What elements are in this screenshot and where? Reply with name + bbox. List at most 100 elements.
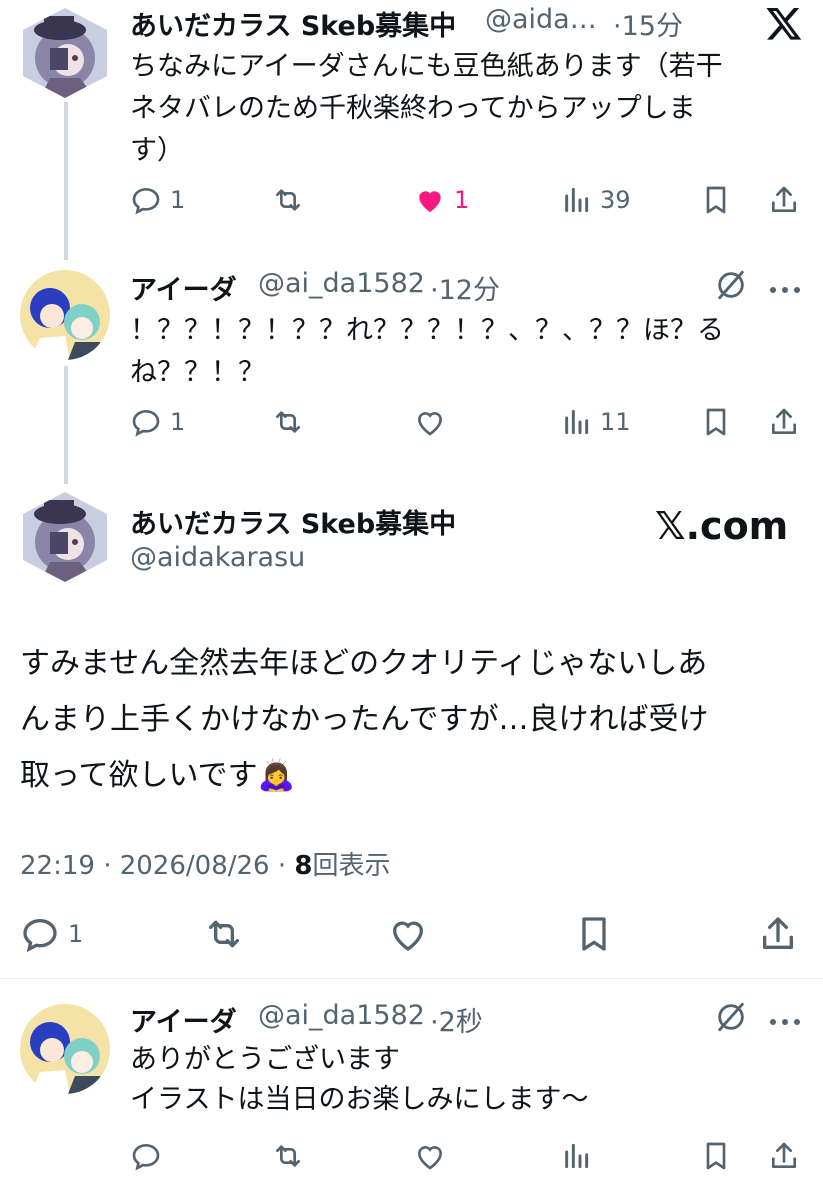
main-views-label: 回表示 [312, 851, 391, 881]
more-icon[interactable] [768, 1012, 802, 1031]
reply-icon [132, 187, 160, 215]
avatar[interactable] [20, 492, 110, 582]
tweet-author-name[interactable]: あいだカラス Skeb募集中 [130, 4, 456, 43]
thread-connector [64, 366, 68, 484]
views-icon [565, 409, 589, 435]
share-icon [763, 917, 793, 949]
reply-icon [132, 1143, 160, 1171]
main-tweet-timestamp[interactable]: 22:19 · 2026/08/26 · [20, 851, 294, 881]
like-button[interactable] [414, 402, 446, 442]
bookmark-icon [706, 186, 726, 214]
main-author-handle[interactable]: @aidakarasu [130, 542, 305, 573]
views-button[interactable] [560, 1136, 592, 1176]
bookmark-button[interactable] [700, 402, 732, 442]
tweet-text-line: ネタバレのため千秋楽終わってからアップしま [130, 93, 696, 124]
share-icon [772, 408, 796, 434]
bowing-emoji: 🙇‍♀️ [257, 758, 295, 793]
main-tweet-text-line-last: 取って欲しいです🙇‍♀️ [20, 748, 810, 804]
main-tweet-meta: 22:19 · 2026/08/26 · 8回表示 [20, 845, 390, 882]
x-logo-icon [765, 4, 803, 46]
tweet-author-handle[interactable]: @aida… [485, 4, 597, 35]
reply-time[interactable]: ·2秒 [430, 1000, 483, 1039]
share-button[interactable] [768, 180, 800, 220]
reply-count: 1 [68, 920, 84, 948]
like-button[interactable] [414, 1136, 446, 1176]
bookmark-button[interactable] [700, 180, 732, 220]
bookmark-button[interactable] [574, 914, 614, 954]
retweet-icon [276, 1145, 300, 1167]
retweet-button[interactable] [272, 1136, 304, 1176]
bookmark-button[interactable] [700, 1136, 732, 1176]
tweet-time[interactable]: ·12分 [430, 268, 500, 307]
tweet-text-line: ！？？！？！？？れ？？？！？、？、？？ほ？る [130, 315, 724, 346]
tweet-time[interactable]: ·15分 [613, 4, 683, 43]
like-button[interactable]: 1 [414, 180, 469, 220]
avatar[interactable] [20, 8, 110, 98]
like-icon [392, 921, 424, 951]
avatar[interactable] [20, 1004, 110, 1094]
tweet-text-line: ね？？！？ [130, 357, 265, 388]
main-tweet-actions: 1 [20, 914, 810, 954]
reply-text-line: イラストは当日のお楽しみにします〜 [130, 1084, 589, 1115]
retweet-button[interactable] [204, 914, 244, 954]
reply-button[interactable] [130, 1136, 162, 1176]
like-count: 1 [454, 186, 470, 214]
reply-count: 1 [170, 408, 186, 436]
main-tweet-text: すみません全然去年ほどのクオリティじゃないしあ んまり上手くかけなかったんですが… [20, 636, 810, 804]
like-button[interactable] [388, 914, 428, 954]
like-icon [417, 412, 443, 436]
tweet-text-line: す） [130, 135, 184, 166]
share-button[interactable] [758, 914, 798, 954]
bookmark-icon [706, 1142, 726, 1170]
reply-count: 1 [170, 186, 186, 214]
reply-button[interactable]: 1 [20, 914, 83, 954]
reply-button[interactable]: 1 [130, 180, 185, 220]
tweet-text: ちなみにアイーダさんにも豆色紙あります（若干 ネタバレのため千秋楽終わってからア… [130, 46, 800, 172]
share-icon [772, 186, 796, 212]
more-icon[interactable] [768, 280, 802, 299]
avatar[interactable] [20, 270, 110, 360]
share-icon [772, 1142, 796, 1168]
thread-connector [64, 102, 68, 260]
retweet-icon [276, 411, 300, 433]
reply-button[interactable]: 1 [130, 402, 185, 442]
main-views-count: 8 [294, 851, 313, 881]
x-com-brand: 𝕏.com [655, 504, 789, 548]
views-count: 11 [600, 408, 631, 436]
main-tweet-text-line: すみません全然去年ほどのクオリティじゃないしあ [20, 646, 708, 681]
reply-author-handle[interactable]: @ai_da1582 [258, 1000, 425, 1031]
like-icon [417, 1146, 443, 1170]
reply-text: ありがとうございます イラストは当日のお楽しみにします〜 [130, 1040, 800, 1120]
tweet-author-name[interactable]: アイーダ [130, 268, 237, 307]
tweet-text: ！？？！？！？？れ？？？！？、？、？？ほ？る ね？？！？ [130, 310, 800, 394]
reply-text-line: ありがとうございます [130, 1044, 400, 1075]
bookmark-icon [706, 408, 726, 436]
tweet-author-handle[interactable]: @ai_da1582 [258, 268, 425, 299]
tweet-actions: 1 1 39 [130, 180, 810, 220]
like-icon [419, 191, 441, 212]
retweet-icon [276, 189, 300, 211]
reply-actions [130, 1136, 810, 1176]
main-tweet-text-line: 取って欲しいです [20, 758, 258, 793]
reply-icon [132, 409, 160, 437]
share-button[interactable] [768, 1136, 800, 1176]
views-button[interactable]: 39 [560, 180, 631, 220]
reply-icon [23, 918, 57, 953]
retweet-icon [209, 920, 239, 948]
views-button[interactable]: 11 [560, 402, 631, 442]
share-button[interactable] [768, 402, 800, 442]
tweet-text-line: ちなみにアイーダさんにも豆色紙あります（若干 [130, 51, 723, 82]
bookmark-icon [582, 917, 606, 951]
main-author-name[interactable]: あいだカラス Skeb募集中 [130, 502, 456, 541]
views-icon [565, 1143, 589, 1169]
main-tweet-text-line: んまり上手くかけなかったんですが…良ければ受け [20, 702, 709, 737]
tweet-actions: 1 11 [130, 402, 810, 442]
grok-icon[interactable] [714, 268, 748, 306]
divider [0, 978, 823, 979]
reply-author-name[interactable]: アイーダ [130, 1000, 237, 1039]
views-icon [565, 187, 589, 213]
retweet-button[interactable] [272, 402, 304, 442]
views-count: 39 [600, 186, 631, 214]
retweet-button[interactable] [272, 180, 304, 220]
grok-icon[interactable] [714, 1000, 748, 1038]
